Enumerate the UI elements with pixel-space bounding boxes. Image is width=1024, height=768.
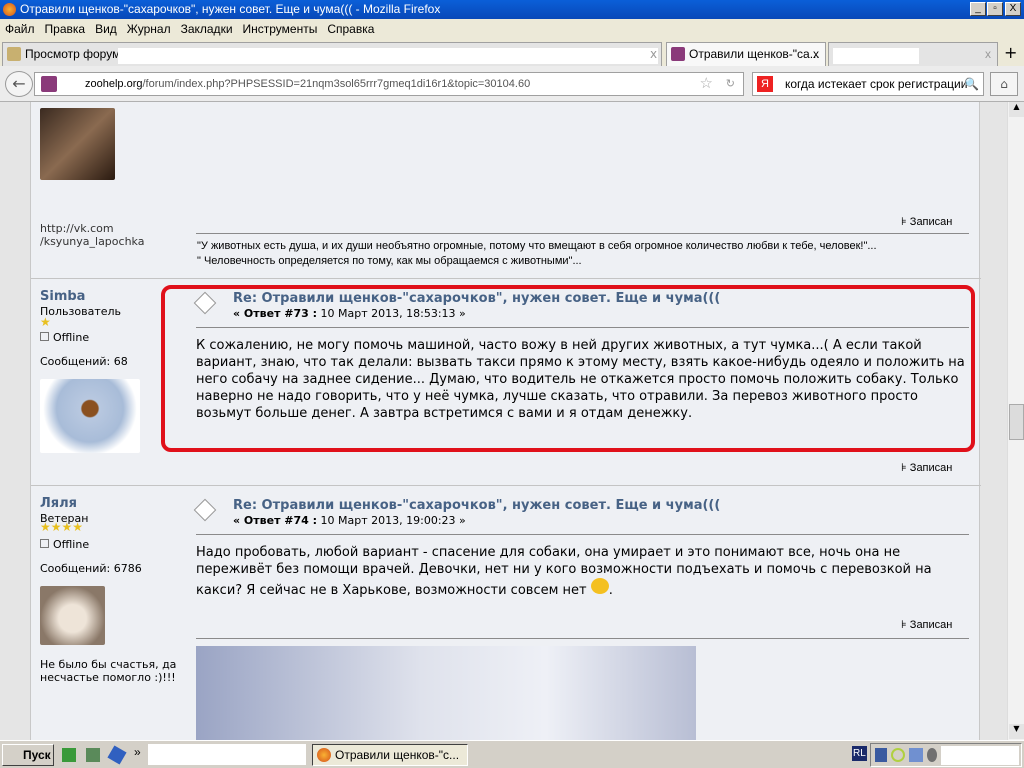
language-indicator[interactable]: RL (852, 746, 867, 761)
tab-close-icon[interactable]: x (650, 47, 657, 61)
scroll-down-arrow[interactable]: ▼ (1009, 724, 1024, 739)
title-bar: Отравили щенков-"сахарочков", нужен сове… (0, 0, 1024, 19)
scroll-up-arrow[interactable]: ▲ (1009, 102, 1024, 117)
taskbar-firefox-window[interactable]: Отравили щенков-"с... (312, 744, 468, 766)
forum-post: Simba Пользователь ★ Offline Сообщений: … (31, 278, 981, 484)
vertical-scrollbar[interactable]: ▲ ▼ (1007, 102, 1024, 740)
tray-icon[interactable] (875, 748, 887, 762)
tab-current-topic[interactable]: Отравили щенков-"са... x (666, 42, 826, 66)
saved-indicator: ⊧ Записан (901, 619, 953, 631)
post-count: Сообщений: 68 (40, 355, 128, 368)
start-button[interactable]: Пуск (2, 744, 54, 766)
offline-icon (40, 332, 49, 341)
tab-close-icon[interactable]: x (985, 43, 991, 65)
user-avatar (40, 586, 105, 645)
user-rank: Пользователь (40, 305, 122, 318)
reply-number[interactable]: « Ответ #73 : (233, 307, 317, 320)
forum-post: Ляля Ветеран ★★★★ Offline Сообщений: 678… (31, 485, 981, 740)
username[interactable]: Simba (40, 289, 85, 304)
tab-strip: Просмотр форума x Отравили щенков-"са...… (0, 39, 1024, 66)
url-input[interactable]: zoohelp.org/forum/index.php?PHPSESSID=21… (34, 72, 744, 96)
reply-number[interactable]: « Ответ #74 : (233, 514, 317, 527)
minimize-button[interactable]: _ (970, 2, 986, 16)
network-icon[interactable] (86, 748, 100, 762)
embarrassed-smiley-icon (590, 578, 609, 594)
post-count: Сообщений: 6786 (40, 562, 142, 575)
menu-edit[interactable]: Правка (45, 19, 86, 39)
tray-icon[interactable] (891, 748, 905, 762)
scroll-thumb[interactable] (1009, 404, 1024, 440)
username[interactable]: Ляля (40, 496, 77, 511)
post-date: 10 Март 2013, 18:53:13 » (320, 307, 466, 320)
menu-tools[interactable]: Инструменты (243, 19, 318, 39)
offline-icon (40, 539, 49, 548)
maximize-button[interactable]: ▫ (987, 2, 1003, 16)
pencil-icon (7, 47, 21, 61)
redacted-clock (941, 746, 1019, 765)
menu-view[interactable]: Вид (95, 19, 117, 39)
saved-icon: ⊧ (901, 619, 910, 631)
user-avatar (40, 379, 140, 453)
signature: "У животных есть душа, и их души необъят… (197, 240, 877, 267)
page-content: http://vk.com /ksyunya_lapochka ⊧ Записа… (0, 102, 1007, 740)
new-tab-button[interactable]: + (1004, 43, 1017, 62)
post-subject[interactable]: Re: Отравили щенков-"сахарочков", нужен … (233, 291, 720, 306)
network-tray-icon[interactable] (909, 748, 923, 762)
window-title: Отравили щенков-"сахарочков", нужен сове… (20, 2, 441, 16)
firefox-icon (3, 3, 16, 16)
rank-stars-icon: ★★★★ (40, 520, 84, 534)
zoohelp-favicon (671, 47, 685, 61)
redacted-area (148, 744, 306, 765)
post-icon (193, 498, 217, 522)
online-status: Offline (40, 331, 89, 344)
saved-icon: ⊧ (901, 216, 910, 228)
menu-help[interactable]: Справка (327, 19, 374, 39)
reload-icon[interactable]: ↻ (726, 73, 735, 95)
personal-text: Не было бы счастья, да несчастье помогло… (40, 658, 177, 684)
tab-other[interactable]: x (828, 42, 998, 66)
taskbar: Пуск » Отравили щенков-"с... RL (0, 740, 1024, 768)
back-button[interactable]: ← (5, 71, 33, 97)
utorrent-icon[interactable] (62, 748, 76, 762)
quicklaunch-chevron[interactable]: » (134, 745, 141, 759)
firefox-icon (317, 748, 331, 762)
saved-indicator: ⊧ Записан (901, 216, 953, 228)
menu-file[interactable]: Файл (5, 19, 35, 39)
online-status: Offline (40, 538, 89, 551)
volume-icon[interactable] (927, 748, 937, 762)
system-tray (870, 743, 1022, 767)
tab-close-icon[interactable]: x (813, 43, 819, 65)
post-subject[interactable]: Re: Отравили щенков-"сахарочков", нужен … (233, 498, 720, 513)
site-identity-icon (41, 76, 57, 92)
saved-icon: ⊧ (901, 462, 910, 474)
search-input[interactable]: Я когда истекает срок регистрации 🔍 (752, 72, 984, 96)
post-body: К сожалению, не могу помочь машиной, час… (196, 338, 965, 421)
menu-bar: Файл Правка Вид Журнал Закладки Инструменты Сп… (0, 19, 1024, 39)
post-date: 10 Март 2013, 19:00:23 » (320, 514, 466, 527)
signature-banner-image (196, 646, 696, 740)
home-button[interactable]: ⌂ (990, 72, 1018, 96)
redacted-area (833, 48, 919, 64)
rank-star-icon: ★ (40, 315, 51, 329)
saved-indicator: ⊧ Записан (901, 462, 953, 474)
search-icon[interactable]: 🔍 (964, 73, 979, 95)
close-button[interactable]: X (1005, 2, 1021, 16)
yandex-icon[interactable]: Я (757, 76, 773, 92)
bookmark-star-icon[interactable]: ☆ (700, 73, 713, 95)
signature-link[interactable]: http://vk.com /ksyunya_lapochka (40, 222, 170, 248)
quicklaunch-icon[interactable] (107, 745, 127, 765)
tab-forum-view[interactable]: Просмотр форума (2, 42, 662, 66)
menu-history[interactable]: Журнал (127, 19, 171, 39)
navigation-bar: ← zoohelp.org/forum/index.php?PHPSESSID=… (0, 66, 1024, 102)
menu-bookmarks[interactable]: Закладки (181, 19, 233, 39)
redacted-area (118, 48, 658, 64)
forum-post: http://vk.com /ksyunya_lapochka ⊧ Записа… (31, 102, 981, 280)
forum-topic: http://vk.com /ksyunya_lapochka ⊧ Записа… (30, 102, 981, 740)
user-avatar (40, 108, 115, 180)
post-body: Надо пробовать, любой вариант - спасение… (196, 545, 932, 598)
